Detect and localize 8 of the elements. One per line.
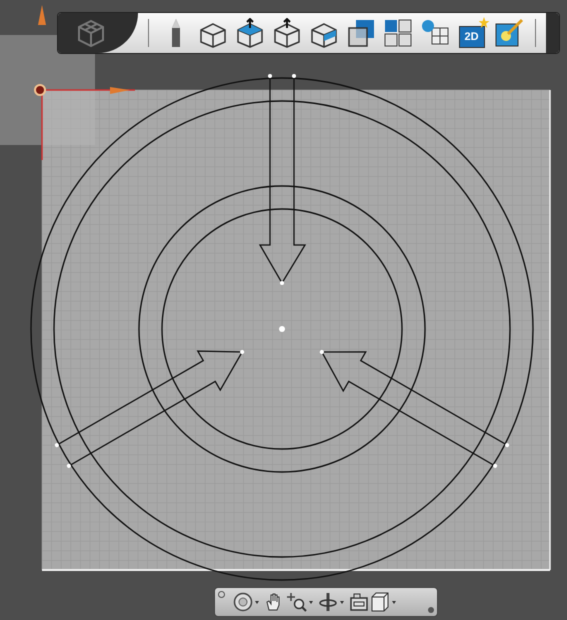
close-icon[interactable] <box>218 591 225 598</box>
cube-grid-icon <box>76 18 106 48</box>
home-button[interactable] <box>58 13 138 53</box>
caret-icon[interactable] <box>340 600 344 604</box>
caret-icon[interactable] <box>392 600 396 604</box>
caret-icon[interactable] <box>309 600 313 604</box>
options-icon[interactable] <box>428 607 434 613</box>
caret-icon[interactable] <box>255 600 259 604</box>
